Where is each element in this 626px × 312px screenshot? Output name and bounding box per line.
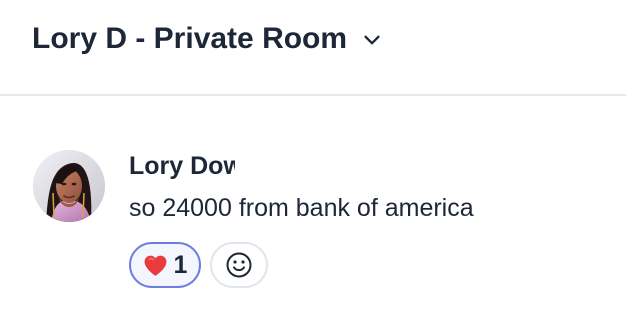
chat-room-view: Lory D - Private Room Lory Dow so 24000 … [0, 0, 626, 312]
heart-icon [144, 255, 166, 276]
chevron-down-icon [364, 35, 380, 45]
author-name-container: Lory Dowell [129, 150, 235, 182]
message-item: Lory Dowell so 24000 from bank of americ… [0, 96, 626, 312]
add-reaction-button[interactable] [210, 242, 268, 288]
reaction-count: 1 [173, 251, 188, 279]
room-header: Lory D - Private Room [0, 0, 626, 94]
message-text: so 24000 from bank of america [129, 194, 474, 222]
smile-face-icon [226, 252, 252, 278]
room-title: Lory D - Private Room [32, 22, 348, 55]
heart-reaction-button[interactable]: 1 [129, 242, 201, 288]
avatar-photo [33, 150, 105, 222]
avatar[interactable] [33, 150, 105, 222]
reaction-bar: 1 [129, 242, 268, 288]
room-switcher[interactable]: Lory D - Private Room [32, 18, 383, 60]
author-name[interactable]: Lory Dowell [129, 152, 235, 180]
